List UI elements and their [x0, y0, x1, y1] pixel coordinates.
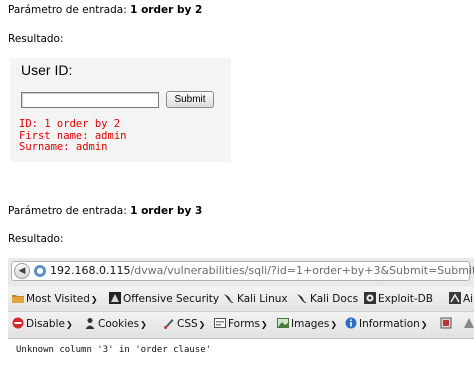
kali-dragon-icon — [296, 292, 308, 304]
images-icon — [277, 317, 289, 329]
site-identity-icon[interactable]: ● — [34, 265, 46, 277]
chevron-down-icon: ❯ — [420, 320, 428, 329]
user-id-input[interactable] — [21, 92, 159, 108]
cookies-icon — [84, 317, 96, 329]
result-label: Resultado: — [8, 233, 64, 245]
user-id-heading: User ID: — [21, 62, 73, 78]
chevron-down-icon: ❯ — [330, 320, 338, 329]
result-first-name: First name: admin — [19, 129, 127, 142]
devtool-css[interactable]: CSS❯ — [163, 316, 205, 332]
chevron-down-icon: ❯ — [260, 320, 268, 329]
misc-tools-icon — [440, 317, 452, 329]
devtool-more[interactable] — [463, 316, 474, 332]
devtool-information[interactable]: Information❯ — [345, 316, 427, 332]
kali-dragon-icon — [223, 292, 235, 304]
url-text[interactable]: 192.168.0.115/dvwa/vulnerabilities/sqli/… — [50, 264, 474, 277]
param-label: Parámetro de entrada: — [8, 4, 127, 16]
chevron-down-icon: ❯ — [90, 295, 98, 304]
browser-window: ◀ ● 192.168.0.115/dvwa/vulnerabilities/s… — [8, 258, 474, 367]
bookmark-kali-linux[interactable]: Kali Linux — [223, 291, 288, 307]
sql-error-message: Unknown column '3' in 'order clause' — [16, 345, 212, 355]
result-label: Resultado: — [8, 33, 64, 45]
devtool-disable[interactable]: Disable❯ — [12, 316, 73, 332]
result-surname: Surname: admin — [19, 141, 108, 153]
query-result: ID: 1 order by 2 First name: admin Surna… — [19, 118, 127, 154]
dvwa-sqli-panel: User ID: Submit ID: 1 order by 2 First n… — [10, 58, 231, 162]
address-bar[interactable]: ◀ ● 192.168.0.115/dvwa/vulnerabilities/s… — [11, 261, 474, 281]
param-value: 1 order by 3 — [130, 205, 203, 217]
bookmark-offensive-security[interactable]: Offensive Security — [109, 291, 219, 307]
url-host: 192.168.0.115 — [50, 264, 131, 277]
outline-icon — [463, 317, 474, 329]
exploitdb-icon — [364, 292, 376, 304]
bookmark-kali-docs[interactable]: Kali Docs — [296, 291, 358, 307]
navigation-bar: ◀ ● 192.168.0.115/dvwa/vulnerabilities/s… — [8, 258, 474, 286]
param-line-2: Parámetro de entrada: 1 order by 3 — [8, 205, 202, 217]
devtool-images[interactable]: Images❯ — [277, 316, 337, 332]
param-value: 1 order by 2 — [130, 4, 203, 16]
back-arrow-icon[interactable]: ◀ — [14, 263, 30, 279]
forms-icon — [214, 317, 226, 329]
chevron-down-icon: ❯ — [198, 320, 206, 329]
css-icon — [163, 317, 175, 329]
param-line-1: Parámetro de entrada: 1 order by 2 — [8, 4, 202, 16]
result-id: ID: 1 order by 2 — [19, 118, 121, 130]
bookmark-most-visited[interactable]: Most Visited❯ — [12, 291, 98, 307]
bookmark-exploit-db[interactable]: Exploit-DB — [364, 291, 433, 307]
chevron-down-icon: ❯ — [65, 320, 73, 329]
devtool-misc[interactable] — [440, 316, 454, 332]
folder-icon — [12, 292, 24, 304]
devtool-forms[interactable]: Forms❯ — [214, 316, 268, 332]
param-label: Parámetro de entrada: — [8, 205, 127, 217]
web-developer-toolbar: Disable❯ Cookies❯ CSS❯ Forms❯ Images❯ In — [8, 312, 474, 339]
devtool-cookies[interactable]: Cookies❯ — [84, 316, 147, 332]
offsec-icon — [109, 292, 121, 304]
page-content: Unknown column '3' in 'order clause' — [8, 339, 474, 367]
information-icon — [345, 317, 357, 329]
bookmarks-toolbar: Most Visited❯ Offensive Security Kali Li… — [8, 287, 474, 312]
disable-icon — [12, 317, 24, 329]
aircrack-icon — [449, 292, 461, 304]
bookmark-aircrack[interactable]: Ai — [449, 291, 473, 307]
chevron-down-icon: ❯ — [140, 320, 147, 329]
submit-button[interactable]: Submit — [166, 91, 214, 108]
url-path: /dvwa/vulnerabilities/sqli/?id=1+order+b… — [130, 264, 474, 277]
